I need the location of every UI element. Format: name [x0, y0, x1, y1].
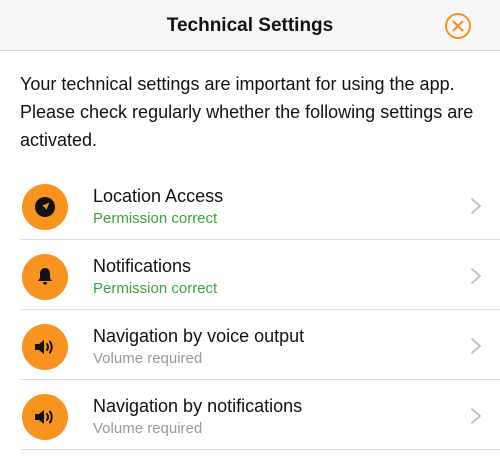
row-icon-circle [22, 254, 68, 300]
setting-status: Volume required [93, 350, 203, 367]
setting-label: Notifications [93, 256, 192, 276]
intro-text: Your technical settings are important fo… [20, 74, 474, 150]
setting-status: Permission correct [93, 280, 218, 297]
row-icon-circle [22, 324, 68, 370]
setting-status: Permission correct [93, 210, 218, 227]
speaker-icon [35, 340, 53, 354]
setting-row-location-access[interactable]: Location Access Permission correct [0, 170, 500, 240]
page-title: Technical Settings [166, 15, 334, 36]
setting-label: Location Access [93, 186, 224, 206]
header-bar: Technical Settings [0, 0, 500, 51]
divider [20, 449, 500, 450]
setting-row-voice-output[interactable]: Navigation by voice output Volume requir… [0, 310, 500, 380]
speaker-icon [35, 410, 53, 424]
chevron-right-icon [471, 198, 481, 214]
chevron-right-icon [471, 408, 481, 424]
setting-label: Navigation by voice output [93, 326, 305, 346]
setting-label: Navigation by notifications [93, 396, 303, 416]
setting-status: Volume required [93, 420, 203, 437]
chevron-right-icon [471, 338, 481, 354]
chevron-right-icon [471, 268, 481, 284]
close-button[interactable] [444, 12, 472, 40]
settings-list: Location Access Permission correct Notif… [0, 170, 500, 450]
close-circle-icon [445, 13, 471, 39]
location-arrow-icon [35, 197, 55, 217]
setting-row-notification-navigation[interactable]: Navigation by notifications Volume requi… [0, 380, 500, 450]
row-icon-circle [22, 394, 68, 440]
row-icon-circle [22, 184, 68, 230]
bell-icon [38, 268, 52, 285]
setting-row-notifications[interactable]: Notifications Permission correct [0, 240, 500, 310]
